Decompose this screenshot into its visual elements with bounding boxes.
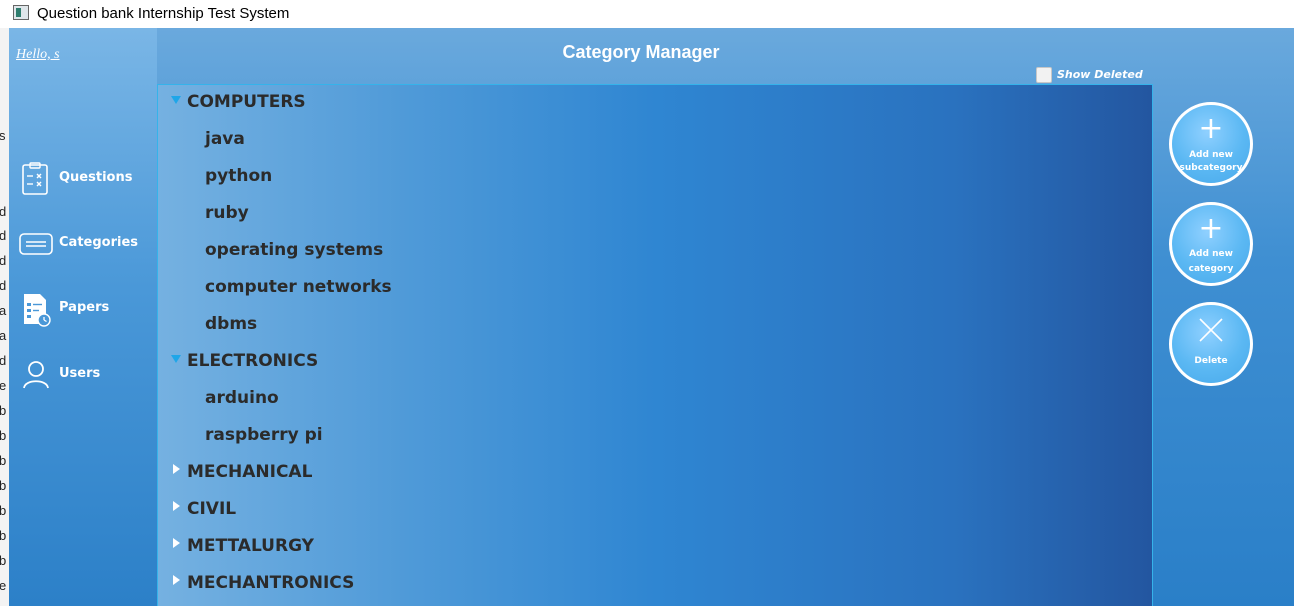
add-subcategory-label-line2: subcategory [1179,163,1243,173]
tree-category-label: METTALURGY [187,536,314,556]
app-window: Hello, s Questions Categories Papers Use… [9,28,1294,606]
tree-subcategory-arduino[interactable]: arduino [158,381,1152,418]
background-fragment: a [0,303,7,318]
background-fragment: b [0,428,7,443]
show-deleted-label: Show Deleted [1057,68,1143,81]
sidebar-item-label: Questions [59,170,133,185]
expand-arrow-icon[interactable] [171,96,181,104]
background-fragment: d [0,253,7,268]
tree-category-mechanical[interactable]: MECHANICAL [158,455,1152,492]
background-fragment: b [0,453,7,468]
background-fragment: d [0,228,7,243]
tree-subcategory-raspberry-pi[interactable]: raspberry pi [158,418,1152,455]
background-fragment: e [0,578,7,593]
tree-subcategory-computer-networks[interactable]: computer networks [158,270,1152,307]
tree-subcategory-python[interactable]: python [158,159,1152,196]
background-fragment: d [0,204,7,219]
background-fragment: a [0,328,7,343]
sidebar-item-label: Categories [59,235,139,250]
sidebar-item-papers[interactable]: Papers [19,292,149,328]
tree-category-label: MECHANTRONICS [187,573,355,593]
tree-category-mettalurgy[interactable]: METTALURGY [158,529,1152,566]
background-fragment: b [0,478,7,493]
tree-subcategory-java[interactable]: java [158,122,1152,159]
background-fragment: d [0,353,7,368]
collapse-arrow-icon[interactable] [173,501,180,511]
tree-category-label: MECHANICAL [187,462,313,482]
collapse-arrow-icon[interactable] [173,575,180,585]
user-icon [19,358,53,392]
delete-label: Delete [1194,356,1228,366]
background-fragment: d [0,278,7,293]
app-icon [13,5,29,20]
category-tree: COMPUTERS java python ruby operating sys… [157,84,1153,606]
background-window-edge: a s d d d d a a d e b b b b b b b e [0,28,9,606]
background-fragment: s [0,128,6,143]
tree-category-computers[interactable]: COMPUTERS [158,85,1152,122]
tree-subcategory-label: dbms [205,314,258,334]
close-icon [1172,316,1250,351]
tree-subcategory-label: operating systems [205,240,384,260]
expand-arrow-icon[interactable] [171,355,181,363]
collapse-arrow-icon[interactable] [173,538,180,548]
tree-subcategory-operating-systems[interactable]: operating systems [158,233,1152,270]
tree-subcategory-label: raspberry pi [205,425,323,445]
user-greeting-link[interactable]: Hello, s [16,47,60,63]
tree-subcategory-label: python [205,166,273,186]
tree-subcategory-label: java [205,129,245,149]
tree-category-label: ELECTRONICS [187,351,319,371]
tree-category-civil[interactable]: CIVIL [158,492,1152,529]
plus-icon: + [1198,211,1224,246]
delete-button[interactable]: Delete [1169,302,1253,386]
tree-subcategory-label: computer networks [205,277,392,297]
background-fragment: b [0,503,7,518]
papers-icon [19,292,53,327]
tree-subcategory-ruby[interactable]: ruby [158,196,1152,233]
questions-icon [19,162,53,196]
page-title: Category Manager [562,42,720,62]
collapse-arrow-icon[interactable] [173,464,180,474]
categories-icon [19,227,53,261]
sidebar: Hello, s Questions Categories Papers Use… [9,28,157,606]
background-fragment: e [0,378,7,393]
show-deleted-checkbox[interactable] [1036,67,1052,83]
tree-category-label: CIVIL [187,499,237,519]
background-fragment: a [0,28,6,29]
sidebar-item-users[interactable]: Users [19,358,149,394]
sidebar-item-label: Users [59,366,101,381]
add-subcategory-label-line1: Add new [1189,150,1233,160]
add-subcategory-button[interactable]: + Add new subcategory [1169,102,1253,186]
tree-category-mechantronics[interactable]: MECHANTRONICS [158,566,1152,603]
tree-category-label: COMPUTERS [187,92,306,112]
add-category-button[interactable]: + Add new category [1169,202,1253,286]
tree-subcategory-dbms[interactable]: dbms [158,307,1152,344]
tree-subcategory-label: ruby [205,203,249,223]
add-category-label-line2: category [1188,264,1234,274]
background-fragment: b [0,553,7,568]
sidebar-item-questions[interactable]: Questions [19,162,149,198]
show-deleted-toggle[interactable]: Show Deleted [1036,67,1166,83]
sidebar-item-categories[interactable]: Categories [19,227,149,263]
plus-icon: + [1198,111,1224,146]
window-title: Question bank Internship Test System [37,5,290,22]
tree-subcategory-label: arduino [205,388,279,408]
background-fragment: b [0,528,7,543]
sidebar-item-label: Papers [59,300,110,315]
background-fragment: b [0,403,7,418]
tree-category-electronics[interactable]: ELECTRONICS [158,344,1152,381]
add-category-label-line1: Add new [1189,249,1233,259]
window-titlebar: Question bank Internship Test System [0,0,1294,28]
